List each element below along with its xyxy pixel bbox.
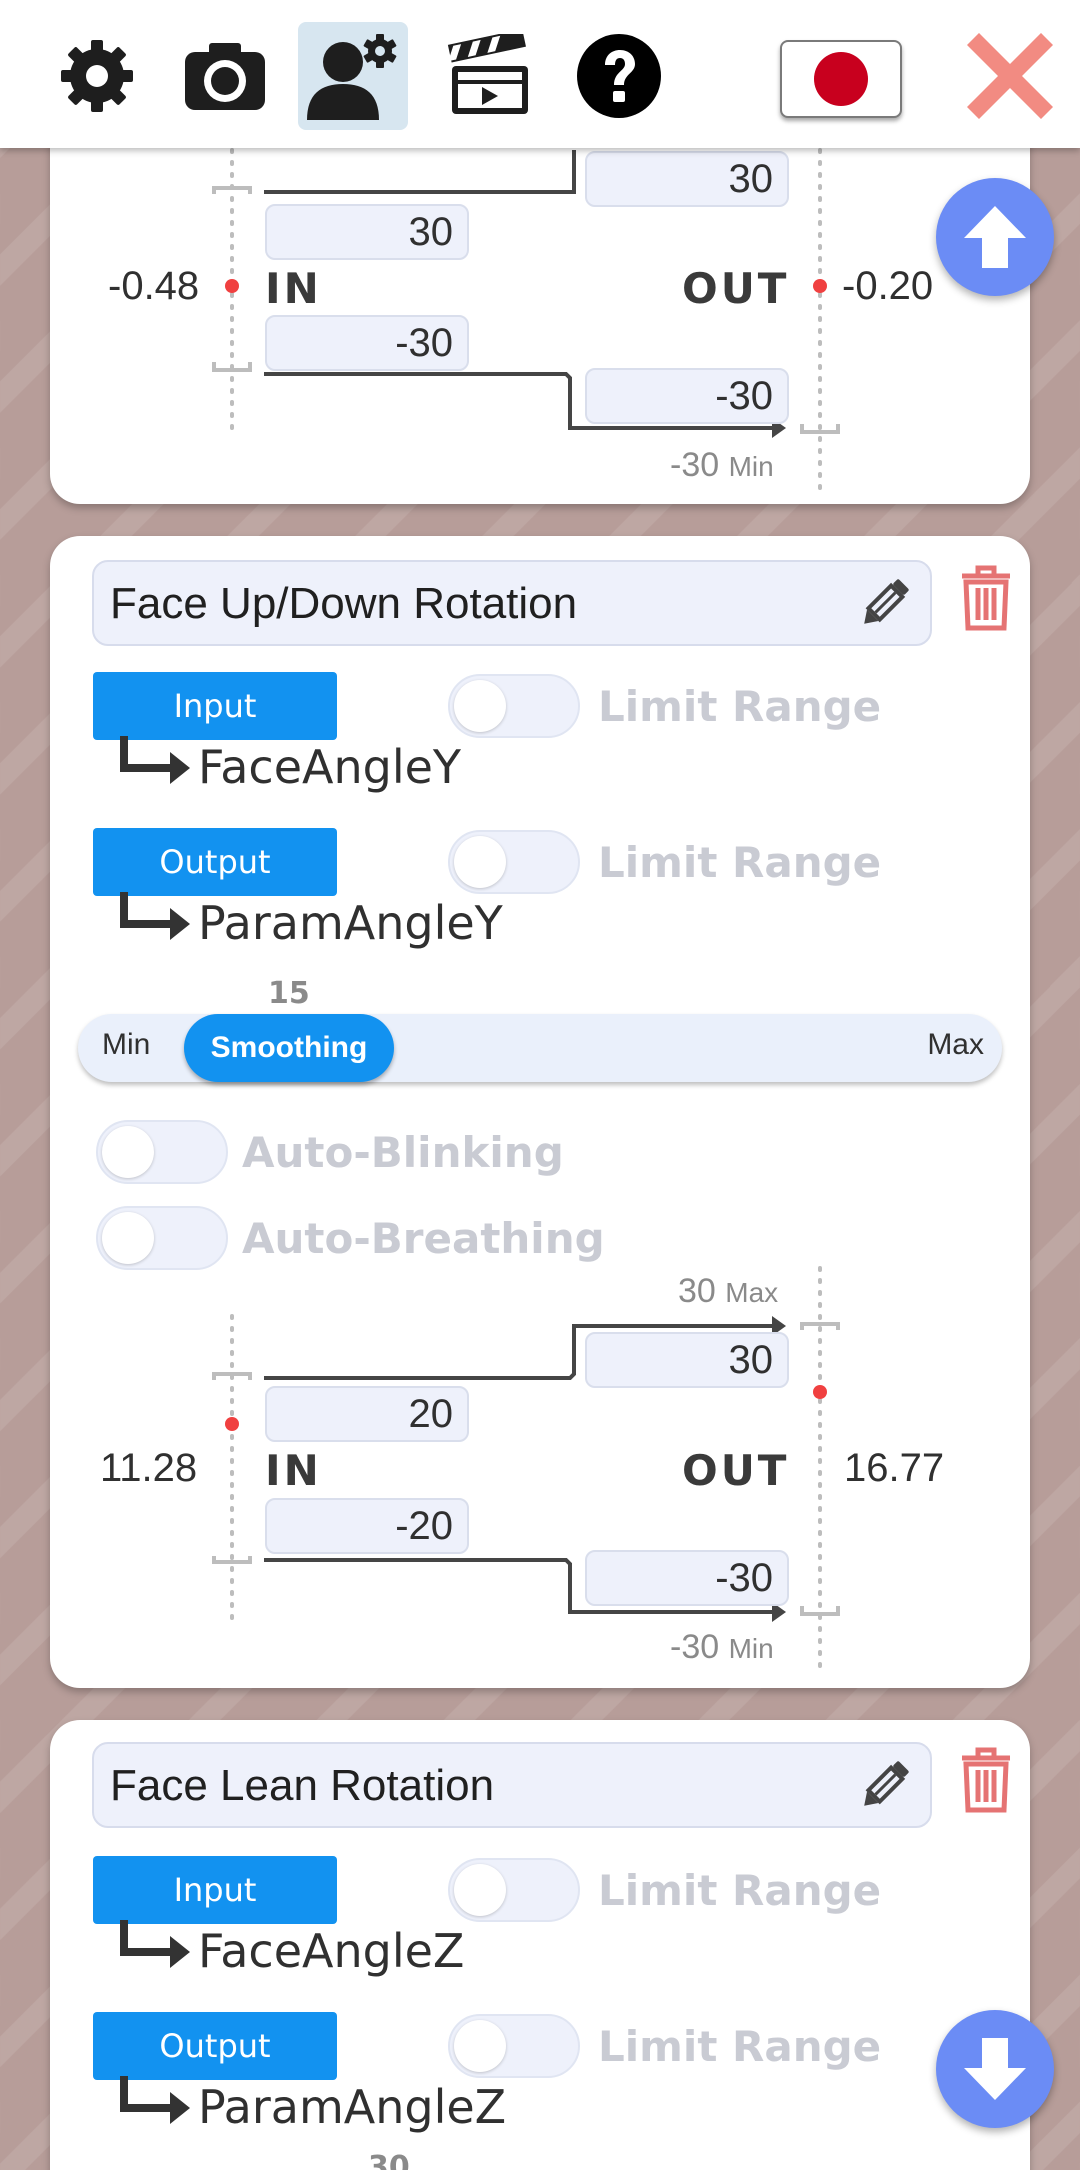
out-label: OUT — [682, 1446, 790, 1495]
input-upper-field[interactable]: 30 — [265, 204, 469, 260]
user-settings-icon — [307, 34, 397, 120]
mapping-card-previous: 30 30 -0.48 IN OUT -0.20 -30 -30 -30 Min — [50, 90, 1030, 504]
output-limit-range-toggle[interactable] — [448, 2014, 580, 2078]
trash-icon[interactable] — [958, 1746, 1014, 1814]
max-caption: 30 Max — [678, 1272, 778, 1311]
in-label: IN — [265, 1446, 322, 1495]
gear-icon — [61, 40, 133, 112]
max-caption-word: Max — [725, 1277, 779, 1308]
input-lower-field[interactable]: -30 — [265, 315, 469, 371]
recording-button[interactable] — [434, 22, 544, 130]
input-limit-range-toggle[interactable] — [448, 1858, 580, 1922]
help-icon — [577, 34, 661, 118]
output-lower-field[interactable]: -30 — [585, 368, 789, 424]
input-value: -0.48 — [108, 264, 200, 308]
language-button[interactable] — [780, 40, 902, 118]
output-upper-field[interactable]: 30 — [585, 151, 789, 207]
japan-flag-icon — [814, 52, 868, 106]
pencil-icon — [864, 1761, 909, 1806]
scroll-up-button[interactable] — [936, 178, 1054, 296]
output-limit-range-label: Limit Range — [598, 2022, 882, 2071]
output-parameter: ParamAngleZ — [198, 2080, 507, 2134]
close-icon — [967, 33, 1053, 119]
close-button[interactable] — [955, 22, 1065, 130]
camera-button[interactable] — [170, 22, 280, 130]
mapping-name: Face Lean Rotation — [110, 1761, 495, 1810]
min-caption: -30 Min — [670, 1628, 774, 1667]
help-button[interactable] — [564, 22, 674, 130]
output-button[interactable]: Output — [93, 2012, 337, 2080]
min-caption-word: Min — [728, 1633, 774, 1664]
arrow-right-icon — [120, 2076, 190, 2124]
min-caption-value: -30 — [670, 1628, 720, 1666]
arrow-down-icon — [964, 2038, 1026, 2100]
output-value: -0.20 — [842, 264, 934, 308]
camera-icon — [185, 43, 265, 110]
smoothing-value: 30 — [368, 2150, 410, 2170]
input-lower-field[interactable]: -20 — [265, 1498, 469, 1554]
min-caption: -30 Min — [670, 446, 774, 485]
mapping-name-field[interactable]: Face Lean Rotation — [92, 1742, 932, 1828]
mapping-card-face-lean: Face Lean Rotation Input Limit Range Fac… — [50, 1720, 1030, 2170]
clapperboard-icon — [447, 34, 528, 114]
scroll-down-button[interactable] — [936, 2010, 1054, 2128]
out-label: OUT — [682, 264, 790, 313]
min-caption-value: -30 — [670, 446, 720, 484]
settings-button[interactable] — [42, 22, 152, 130]
output-upper-field[interactable]: 30 — [585, 1332, 789, 1388]
arrow-right-icon — [120, 1920, 190, 1968]
output-lower-field[interactable]: -30 — [585, 1550, 789, 1606]
input-value: 11.28 — [100, 1446, 198, 1490]
mapping-diagram — [212, 1266, 840, 1676]
input-upper-field[interactable]: 20 — [265, 1386, 469, 1442]
input-button[interactable]: Input — [93, 1856, 337, 1924]
min-caption-word: Min — [728, 451, 774, 482]
arrow-up-icon — [964, 206, 1026, 268]
in-label: IN — [265, 264, 322, 313]
top-toolbar — [0, 0, 1080, 148]
model-settings-button[interactable] — [298, 22, 408, 130]
input-parameter: FaceAngleZ — [198, 1924, 465, 1978]
mapping-card-face-up-down: Face Up/Down Rotation Input Limit Range … — [50, 536, 1030, 1688]
output-value: 16.77 — [844, 1446, 945, 1490]
max-caption-value: 30 — [678, 1272, 716, 1310]
input-limit-range-label: Limit Range — [598, 1866, 882, 1915]
